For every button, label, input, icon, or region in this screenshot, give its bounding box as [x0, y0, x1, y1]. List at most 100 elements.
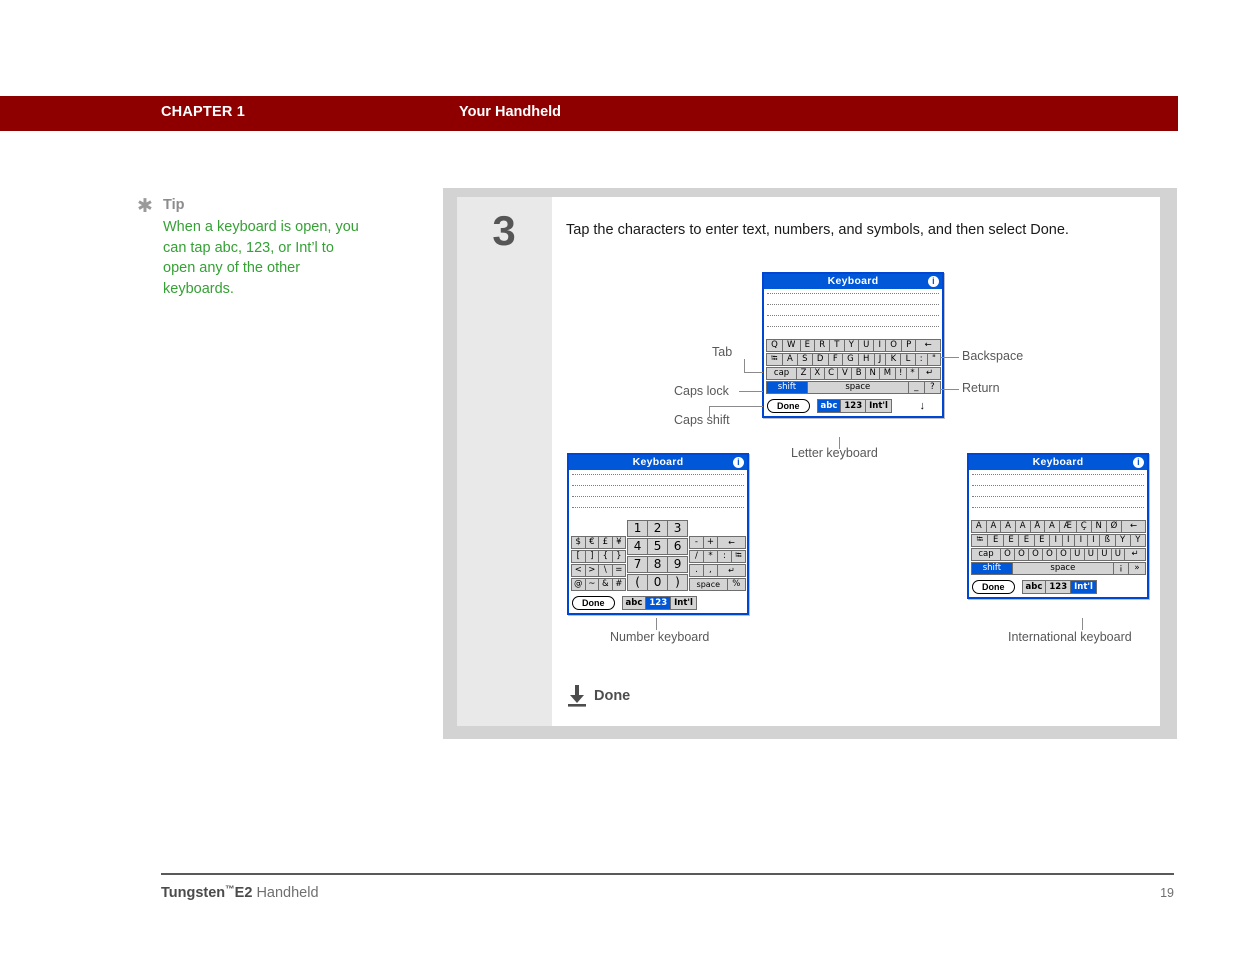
mode-intl-button[interactable]: Int'l: [1070, 580, 1097, 594]
key[interactable]: ,: [702, 564, 718, 577]
caps-shift-key[interactable]: shift: [971, 562, 1013, 575]
key[interactable]: F: [827, 353, 843, 366]
key[interactable]: E: [799, 339, 816, 352]
key[interactable]: É: [987, 534, 1004, 547]
space-key[interactable]: space: [688, 578, 728, 591]
key[interactable]: Å: [1029, 520, 1046, 533]
key[interactable]: Õ: [1055, 548, 1071, 561]
key[interactable]: Á: [971, 520, 987, 533]
return-key[interactable]: ↵: [716, 564, 747, 577]
key[interactable]: X: [809, 367, 825, 380]
key[interactable]: Ÿ: [1129, 534, 1146, 547]
symbol-key-column[interactable]: $ € £ ¥ [ ] { } < > \ = @ ~ & #: [571, 536, 627, 592]
caps-shift-key[interactable]: shift: [766, 381, 808, 394]
key[interactable]: S: [796, 353, 813, 366]
key[interactable]: 7: [627, 556, 649, 573]
key[interactable]: Z: [796, 367, 811, 380]
mode-abc-button[interactable]: abc: [1021, 580, 1047, 594]
key[interactable]: D: [811, 353, 829, 366]
mode-intl-button[interactable]: Int'l: [865, 399, 892, 413]
number-keyboard-widget[interactable]: Keyboard i $ € £ ¥ [ ] { } < > \ = @ ~ &…: [567, 453, 749, 615]
key[interactable]: Ò: [1013, 548, 1029, 561]
keyboard-text-area[interactable]: [969, 470, 1147, 520]
key[interactable]: 0: [647, 574, 669, 591]
key[interactable]: [: [571, 550, 586, 563]
key[interactable]: V: [837, 367, 853, 380]
key[interactable]: 3: [667, 520, 688, 537]
mode-abc-button[interactable]: abc: [621, 596, 647, 610]
key[interactable]: &: [598, 578, 613, 591]
info-icon[interactable]: i: [928, 276, 939, 287]
international-key-grid[interactable]: Á À Ä Ã Å Â Æ Ç Ñ Ø ← ⭾ É È Ē Ê Í Ì Ï Î …: [969, 520, 1147, 578]
numeric-keypad-column[interactable]: 1 2 3 4 5 6 7 8 9 ( 0 ): [627, 520, 688, 592]
key[interactable]: Ó: [999, 548, 1015, 561]
info-icon[interactable]: i: [1133, 457, 1144, 468]
key[interactable]: }: [611, 550, 627, 563]
tab-key[interactable]: ⭾: [971, 534, 989, 547]
letter-keyboard-widget[interactable]: Keyboard i Q W E R T Y U I O P ← ⭾ A S D…: [762, 272, 944, 418]
key[interactable]: Y: [843, 339, 860, 352]
key[interactable]: Î: [1086, 534, 1101, 547]
keyboard-text-area[interactable]: [569, 470, 747, 520]
key[interactable]: _: [907, 381, 925, 394]
key[interactable]: :: [914, 353, 928, 366]
key[interactable]: <: [571, 564, 586, 577]
key[interactable]: ~: [584, 578, 600, 591]
backspace-key[interactable]: ←: [1121, 520, 1146, 533]
mode-switch-group[interactable]: abc 123 Int'l: [816, 399, 892, 413]
key[interactable]: >: [584, 564, 600, 577]
key[interactable]: Ï: [1074, 534, 1088, 547]
key[interactable]: Ì: [1061, 534, 1076, 547]
tab-key[interactable]: ⭾: [766, 353, 783, 366]
operator-key-column[interactable]: - + ← / * : ⭾ . , ↵ space %: [688, 536, 747, 592]
key[interactable]: Ã: [1014, 520, 1031, 533]
key[interactable]: G: [841, 353, 859, 366]
return-key[interactable]: ↵: [1124, 548, 1146, 561]
tab-key[interactable]: ⭾: [730, 550, 746, 563]
done-button[interactable]: Done: [572, 596, 615, 610]
mode-abc-button[interactable]: abc: [816, 399, 842, 413]
key[interactable]: U: [858, 339, 875, 352]
key[interactable]: /: [688, 550, 704, 563]
key[interactable]: Ô: [1041, 548, 1057, 561]
key[interactable]: %: [726, 578, 746, 591]
key[interactable]: W: [781, 339, 801, 352]
backspace-key[interactable]: ←: [915, 339, 941, 352]
key[interactable]: {: [598, 550, 613, 563]
key[interactable]: $: [571, 536, 586, 549]
key[interactable]: ?: [923, 381, 941, 394]
key[interactable]: Ê: [1033, 534, 1050, 547]
key[interactable]: -: [688, 536, 704, 549]
caps-lock-key[interactable]: cap: [971, 548, 1001, 561]
info-icon[interactable]: i: [733, 457, 744, 468]
key[interactable]: Í: [1049, 534, 1063, 547]
number-key-grid[interactable]: $ € £ ¥ [ ] { } < > \ = @ ~ & # 1 2 3 4 …: [569, 520, 747, 594]
key[interactable]: Ú: [1070, 548, 1085, 561]
key[interactable]: K: [885, 353, 902, 366]
key[interactable]: 2: [647, 520, 669, 537]
key[interactable]: Â: [1044, 520, 1060, 533]
key[interactable]: 8: [647, 556, 669, 573]
key[interactable]: 1: [627, 520, 649, 537]
mode-switch-group[interactable]: abc 123 Int'l: [1021, 580, 1097, 594]
key[interactable]: L: [900, 353, 916, 366]
key[interactable]: Ē: [1018, 534, 1035, 547]
key[interactable]: (: [627, 574, 649, 591]
key[interactable]: ): [667, 574, 688, 591]
key[interactable]: Û: [1110, 548, 1126, 561]
key[interactable]: Ù: [1083, 548, 1099, 561]
key[interactable]: P: [901, 339, 917, 352]
key[interactable]: .: [688, 564, 704, 577]
space-key[interactable]: space: [1011, 562, 1114, 575]
key[interactable]: Ñ: [1090, 520, 1107, 533]
key[interactable]: *: [702, 550, 718, 563]
key[interactable]: B: [851, 367, 866, 380]
letter-key-grid[interactable]: Q W E R T Y U I O P ← ⭾ A S D F G H J K …: [764, 339, 942, 397]
key[interactable]: Q: [766, 339, 783, 352]
key[interactable]: N: [865, 367, 881, 380]
key[interactable]: T: [829, 339, 845, 352]
key[interactable]: R: [814, 339, 831, 352]
keyboard-text-area[interactable]: [764, 289, 942, 339]
key[interactable]: #: [611, 578, 627, 591]
key[interactable]: Æ: [1058, 520, 1077, 533]
